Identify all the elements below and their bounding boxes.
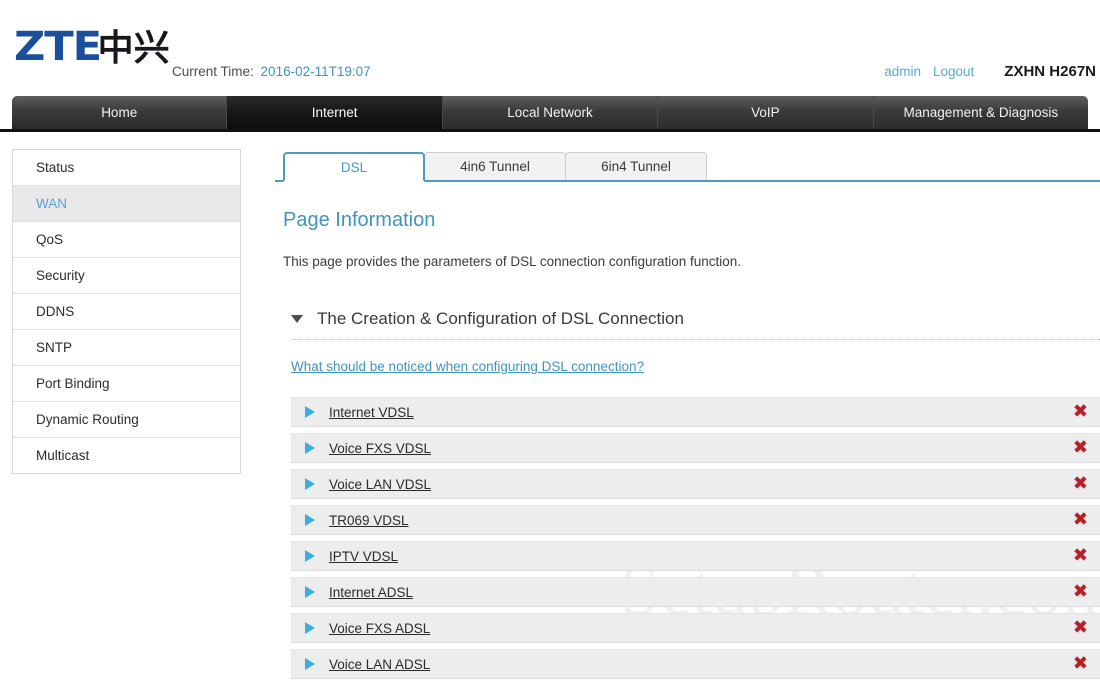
delete-connection-icon[interactable]: ✖ — [1073, 511, 1088, 529]
connection-name-link[interactable]: Voice LAN VDSL — [329, 477, 431, 492]
connection-row: Voice LAN VDSL ✖ — [291, 469, 1100, 499]
caret-right-icon[interactable] — [305, 442, 315, 454]
sidebar-item-status[interactable]: Status — [13, 150, 240, 186]
page-header: ZTE 中兴 Current Time: 2016-02-11T19:07 ad… — [0, 0, 1100, 96]
page-title: Page Information — [283, 209, 436, 231]
zte-logo: ZTE 中兴 — [14, 27, 170, 67]
caret-right-icon[interactable] — [305, 406, 315, 418]
logo-zhongxing-text: 中兴 — [97, 28, 170, 69]
sidebar-item-qos[interactable]: QoS — [13, 222, 240, 258]
nav-item-internet[interactable]: Internet — [227, 96, 443, 129]
connection-name-link[interactable]: Voice FXS ADSL — [329, 621, 430, 636]
connection-row: Internet VDSL ✖ — [291, 397, 1100, 427]
delete-connection-icon[interactable]: ✖ — [1073, 619, 1088, 637]
connection-name-link[interactable]: Voice LAN ADSL — [329, 657, 430, 672]
sidebar-item-sntp[interactable]: SNTP — [13, 330, 240, 366]
connection-row: Voice FXS VDSL ✖ — [291, 433, 1100, 463]
nav-item-voip[interactable]: VoIP — [658, 96, 874, 129]
content-area: DSL4in6 Tunnel6in4 Tunnel SetupRouter.co… — [275, 149, 1100, 685]
connection-row: TR069 VDSL ✖ — [291, 505, 1100, 535]
delete-connection-icon[interactable]: ✖ — [1073, 655, 1088, 673]
dsl-section-toggle[interactable]: The Creation & Configuration of DSL Conn… — [291, 309, 1100, 329]
delete-connection-icon[interactable]: ✖ — [1073, 403, 1088, 421]
page-description: This page provides the parameters of DSL… — [283, 254, 742, 269]
dsl-connection-list: Internet VDSL ✖ Voice FXS VDSL ✖ Voice LAN V… — [291, 397, 1100, 679]
sidebar-item-ddns[interactable]: DDNS — [13, 294, 240, 330]
caret-right-icon[interactable] — [305, 478, 315, 490]
connection-row: Voice LAN ADSL ✖ — [291, 649, 1100, 679]
delete-connection-icon[interactable]: ✖ — [1073, 547, 1088, 565]
delete-connection-icon[interactable]: ✖ — [1073, 439, 1088, 457]
current-time: Current Time: 2016-02-11T19:07 — [172, 64, 371, 79]
connection-name-link[interactable]: Internet VDSL — [329, 405, 414, 420]
sidebar-item-wan[interactable]: WAN — [13, 186, 240, 222]
connection-name-link[interactable]: Voice FXS VDSL — [329, 441, 431, 456]
sidebar-item-dynamic-routing[interactable]: Dynamic Routing — [13, 402, 240, 438]
connection-row: IPTV VDSL ✖ — [291, 541, 1100, 571]
logout-link[interactable]: Logout — [933, 64, 974, 79]
connection-name-link[interactable]: IPTV VDSL — [329, 549, 398, 564]
caret-right-icon[interactable] — [305, 622, 315, 634]
tab-4in6-tunnel[interactable]: 4in6 Tunnel — [424, 152, 566, 180]
current-time-label: Current Time: — [172, 64, 254, 79]
connection-row: Voice FXS ADSL ✖ — [291, 613, 1100, 643]
current-time-value: 2016-02-11T19:07 — [260, 64, 371, 79]
nav-item-home[interactable]: Home — [12, 96, 228, 129]
connection-name-link[interactable]: Internet ADSL — [329, 585, 413, 600]
sidebar-item-multicast[interactable]: Multicast — [13, 438, 240, 473]
caret-right-icon[interactable] — [305, 658, 315, 670]
primary-navigation: Home Internet Local Network VoIP Management … — [12, 96, 1088, 129]
nav-item-management-diagnosis[interactable]: Management & Diagnosis — [874, 96, 1088, 129]
sidebar-item-port-binding[interactable]: Port Binding — [13, 366, 240, 402]
caret-right-icon[interactable] — [305, 550, 315, 562]
dsl-tabstrip: DSL 4in6 Tunnel 6in4 Tunnel — [275, 149, 1100, 182]
section-divider — [291, 339, 1100, 340]
connection-row: Internet ADSL ✖ — [291, 577, 1100, 607]
sidebar-item-security[interactable]: Security — [13, 258, 240, 294]
delete-connection-icon[interactable]: ✖ — [1073, 475, 1088, 493]
caret-right-icon[interactable] — [305, 586, 315, 598]
logo-zte-text: ZTE — [14, 24, 102, 70]
caret-down-icon[interactable] — [291, 315, 303, 323]
caret-right-icon[interactable] — [305, 514, 315, 526]
header-account-area: admin Logout ZXHN H267N — [884, 63, 1096, 80]
connection-name-link[interactable]: TR069 VDSL — [329, 513, 409, 528]
sidebar-menu: Status WAN QoS Security DDNS SNTP Port Binding… — [12, 149, 241, 474]
device-model-label: ZXHN H267N — [1004, 63, 1096, 80]
dsl-notice-link[interactable]: What should be noticed when configuring … — [291, 359, 644, 374]
nav-item-local-network[interactable]: Local Network — [443, 96, 659, 129]
admin-user-link[interactable]: admin — [884, 64, 921, 79]
tab-dsl[interactable]: DSL — [283, 152, 425, 182]
dsl-section-title: The Creation & Configuration of DSL Conn… — [317, 309, 684, 328]
delete-connection-icon[interactable]: ✖ — [1073, 583, 1088, 601]
dsl-panel: SetupRouter.com Page Information This pa… — [275, 209, 1100, 679]
page-body: Status WAN QoS Security DDNS SNTP Port Binding… — [0, 132, 1100, 685]
tab-6in4-tunnel[interactable]: 6in4 Tunnel — [565, 152, 707, 180]
